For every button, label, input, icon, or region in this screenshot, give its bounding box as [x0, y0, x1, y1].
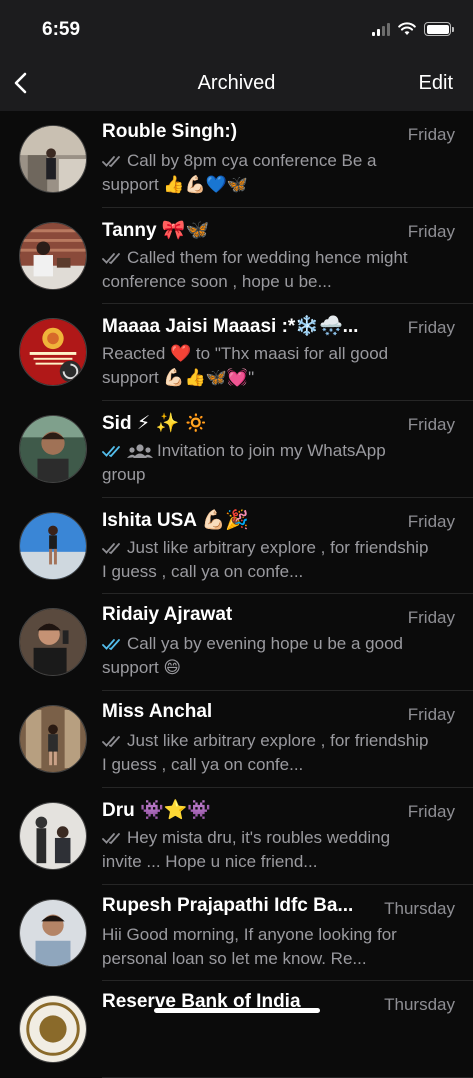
double-check-icon [102, 832, 120, 844]
avatar [19, 608, 87, 677]
chat-row-dru[interactable]: Dru 👾⭐👾 Friday Hey mista dru, it's roubl… [0, 788, 473, 885]
message-preview: Hii Good morning, If anyone looking for … [102, 923, 433, 971]
chat-time: Thursday [384, 898, 455, 918]
chat-name: Rouble Singh:) [102, 121, 238, 142]
chat-time: Friday [407, 511, 455, 531]
preview-text: Call ya by evening hope u be a good supp… [102, 634, 403, 678]
status-bar: 6:59 [0, 0, 473, 58]
chat-name: Ridaiy Ajrawat [102, 604, 233, 626]
preview-text: Call by 8pm cya conference Be a support … [102, 151, 377, 194]
chat-row-ridaiy[interactable]: Ridaiy Ajrawat Friday Call ya by evening… [0, 594, 473, 692]
chat-time: Friday [407, 415, 455, 435]
chat-row-rupesh[interactable]: Rupesh Prajapathi Idfc Ba... Thursday Hi… [0, 885, 473, 982]
avatar [19, 125, 87, 193]
avatar [19, 318, 87, 387]
preview-text: Just like arbitrary explore , for friend… [102, 537, 429, 581]
avatar [19, 801, 87, 870]
double-check-icon [102, 252, 120, 264]
chat-time: Friday [407, 608, 455, 628]
chat-row-sid[interactable]: Sid ⚡ ✨ 🔅 Friday Invitation to join my W… [0, 401, 473, 498]
chat-row-tanny[interactable]: Tanny 🎀🦋 Friday Called them for wedding … [0, 208, 473, 305]
status-icons [372, 22, 454, 36]
message-preview: Hey mista dru, it's roubles wedding invi… [102, 826, 433, 874]
message-preview: Reacted ❤️ to "Thx maasi for all good su… [102, 342, 433, 390]
avatar [19, 415, 87, 484]
chat-list: Rouble Singh:) Friday Call by 8pm cya co… [0, 111, 473, 1078]
nav-bar: Archived Edit [0, 58, 473, 111]
home-indicator[interactable] [154, 1008, 320, 1013]
chat-row-maasi[interactable]: Maaaa Jaisi Maaasi :*❄️🌨️... Friday Reac… [0, 304, 473, 402]
chat-name: Tanny 🎀🦋 [102, 219, 210, 241]
preview-text: Hii Good morning, If anyone looking for … [102, 924, 397, 968]
chat-name: Rupesh Prajapathi Idfc Ba... [102, 894, 354, 916]
avatar [19, 705, 87, 774]
group-icon [127, 444, 153, 459]
wifi-icon [398, 22, 416, 35]
message-preview: Call by 8pm cya conference Be a support … [102, 149, 433, 197]
preview-text: Reacted ❤️ to "Thx maasi for all good su… [102, 344, 389, 388]
chat-time: Friday [407, 125, 455, 144]
chat-name: Miss Anchal [102, 701, 213, 723]
chat-name: Ishita USA 💪🏻🎉 [102, 509, 249, 531]
status-time: 6:59 [42, 19, 81, 40]
chat-name: Sid ⚡ ✨ 🔅 [102, 413, 209, 435]
preview-text: Just like arbitrary explore , for friend… [102, 731, 429, 775]
chat-row-rouble[interactable]: Rouble Singh:) Friday Call by 8pm cya co… [0, 111, 473, 208]
chat-row-anchal[interactable]: Miss Anchal Friday Just like arbitrary e… [0, 691, 473, 788]
chat-time: Friday [407, 318, 455, 338]
preview-text: Called them for wedding hence might conf… [102, 247, 408, 291]
chat-name: Maaaa Jaisi Maaasi :*❄️🌨️... [102, 316, 359, 338]
message-preview: Call ya by evening hope u be a good supp… [102, 632, 433, 680]
preview-text: Hey mista dru, it's roubles wedding invi… [102, 827, 391, 871]
message-preview: Called them for wedding hence might conf… [102, 246, 433, 294]
double-check-icon [102, 736, 120, 748]
double-check-icon [102, 542, 120, 554]
chat-time: Thursday [384, 995, 455, 1015]
avatar [19, 221, 87, 290]
double-check-icon [102, 639, 120, 651]
chat-time: Friday [407, 705, 455, 725]
battery-icon [424, 22, 454, 36]
avatar [19, 995, 87, 1064]
chat-time: Friday [407, 221, 455, 241]
double-check-icon [102, 446, 120, 458]
cellular-signal-icon [372, 22, 390, 36]
chat-name: Dru 👾⭐👾 [102, 799, 211, 821]
chat-time: Friday [407, 801, 455, 821]
message-preview: Invitation to join my WhatsApp group [102, 439, 433, 487]
message-preview: Just like arbitrary explore , for friend… [102, 729, 433, 777]
edit-button[interactable]: Edit [419, 72, 453, 95]
message-preview: Just like arbitrary explore , for friend… [102, 536, 433, 584]
page-title: Archived [197, 72, 276, 94]
chat-row-ishita[interactable]: Ishita USA 💪🏻🎉 Friday Just like arbitrar… [0, 498, 473, 595]
double-check-icon [102, 156, 120, 168]
avatar [19, 898, 87, 967]
chat-row-rbi[interactable]: Reserve Bank of India Thursday [0, 981, 473, 1078]
avatar [19, 511, 87, 580]
